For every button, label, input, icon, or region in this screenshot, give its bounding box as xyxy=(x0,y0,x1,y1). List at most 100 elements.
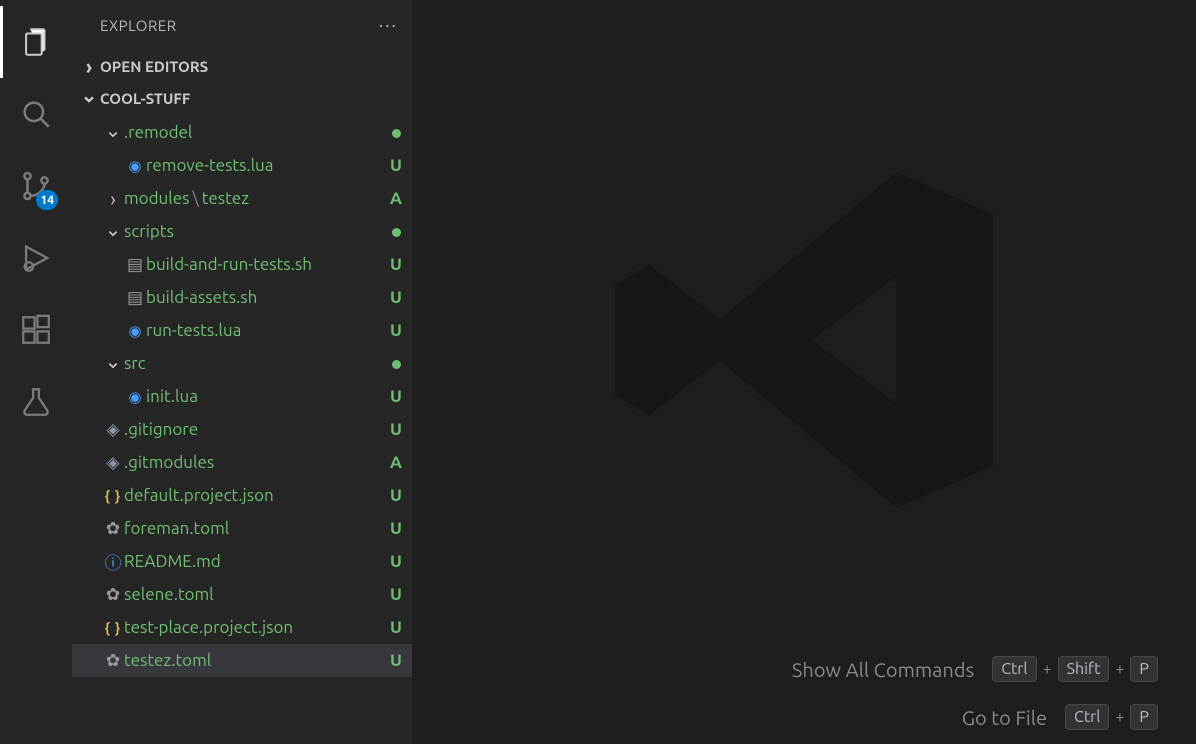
file-tree: .remodel◉remove-tests.luaUmodules\testez… xyxy=(72,114,412,744)
open-editors-label: OPEN EDITORS xyxy=(100,58,208,75)
file-label: build-and-run-tests.sh xyxy=(146,255,386,274)
scm-badge: 14 xyxy=(36,190,58,210)
file-label: test-place.project.json xyxy=(124,618,386,637)
explorer-more-button[interactable]: ··· xyxy=(379,15,398,35)
tree-file[interactable]: { }test-place.project.jsonU xyxy=(72,611,412,644)
keycap: P xyxy=(1130,704,1158,730)
git-status: U xyxy=(386,156,412,175)
shortcut-keys: Ctrl+Shift+P xyxy=(992,656,1158,682)
workspace-label: COOL-STUFF xyxy=(100,90,190,107)
folder-label: scripts xyxy=(124,222,386,241)
activity-explorer[interactable] xyxy=(0,6,72,78)
git-status: A xyxy=(386,453,412,472)
file-label: init.lua xyxy=(146,387,386,406)
activity-source-control[interactable]: 14 xyxy=(0,150,72,222)
git-status: U xyxy=(386,618,412,637)
tree-folder[interactable]: scripts xyxy=(72,215,412,248)
git-file-icon: ◈ xyxy=(102,420,124,440)
open-editors-section[interactable]: OPEN EDITORS xyxy=(72,50,412,82)
git-status: U xyxy=(386,552,412,571)
json-file-icon: { } xyxy=(102,488,124,504)
git-status xyxy=(386,123,412,142)
chevron-down-icon xyxy=(102,121,124,145)
tree-file[interactable]: ◉remove-tests.luaU xyxy=(72,149,412,182)
tree-file[interactable]: ▤build-and-run-tests.shU xyxy=(72,248,412,281)
git-file-icon: ◈ xyxy=(102,453,124,473)
vscode-watermark-icon xyxy=(594,130,1014,554)
folder-label: modules\testez xyxy=(124,189,386,208)
gear-file-icon: ✿ xyxy=(102,651,124,671)
sh-file-icon: ▤ xyxy=(124,255,146,275)
gear-file-icon: ✿ xyxy=(102,585,124,605)
file-label: README.md xyxy=(124,552,386,571)
activity-search[interactable] xyxy=(0,78,72,150)
tree-folder[interactable]: .remodel xyxy=(72,116,412,149)
shortcut-row: Go to File Ctrl+P xyxy=(962,704,1158,730)
shortcut-label: Show All Commands xyxy=(792,658,974,681)
folder-label: src xyxy=(124,354,386,373)
file-label: selene.toml xyxy=(124,585,386,604)
git-status: U xyxy=(386,321,412,340)
tree-file[interactable]: ✿testez.tomlU xyxy=(72,644,412,677)
activity-extensions[interactable] xyxy=(0,294,72,366)
keycap: Shift xyxy=(1058,656,1110,682)
git-status: U xyxy=(386,651,412,670)
activity-run-debug[interactable] xyxy=(0,222,72,294)
chevron-down-icon xyxy=(102,352,124,376)
tree-file[interactable]: ◈.gitmodulesA xyxy=(72,446,412,479)
tree-file[interactable]: ◉init.luaU xyxy=(72,380,412,413)
tree-file[interactable]: ▤build-assets.shU xyxy=(72,281,412,314)
lua-file-icon: ◉ xyxy=(124,388,146,406)
file-label: .gitmodules xyxy=(124,453,386,472)
tree-file[interactable]: { }default.project.jsonU xyxy=(72,479,412,512)
file-label: build-assets.sh xyxy=(146,288,386,307)
git-status: U xyxy=(386,387,412,406)
sh-file-icon: ▤ xyxy=(124,288,146,308)
workspace-section[interactable]: COOL-STUFF xyxy=(72,82,412,114)
tree-file[interactable]: ◉run-tests.luaU xyxy=(72,314,412,347)
welcome-shortcuts: Show All Commands Ctrl+Shift+P Go to File C… xyxy=(792,656,1158,730)
git-status: A xyxy=(386,189,412,208)
tree-folder[interactable]: src xyxy=(72,347,412,380)
git-status: U xyxy=(386,288,412,307)
keycap: Ctrl xyxy=(1065,704,1109,730)
file-label: foreman.toml xyxy=(124,519,386,538)
chevron-right-icon xyxy=(102,187,124,210)
chevron-down-icon xyxy=(102,220,124,244)
explorer-title: EXPLORER xyxy=(100,17,177,34)
tree-file[interactable]: ⓘREADME.mdU xyxy=(72,545,412,578)
shortcut-keys: Ctrl+P xyxy=(1065,704,1158,730)
gear-file-icon: ✿ xyxy=(102,519,124,539)
git-status: U xyxy=(386,255,412,274)
git-status: U xyxy=(386,420,412,439)
keycap: Ctrl xyxy=(992,656,1036,682)
tree-file[interactable]: ✿foreman.tomlU xyxy=(72,512,412,545)
explorer-sidebar: EXPLORER ··· OPEN EDITORS COOL-STUFF .re… xyxy=(72,0,412,744)
file-label: default.project.json xyxy=(124,486,386,505)
lua-file-icon: ◉ xyxy=(124,322,146,340)
shortcut-label: Go to File xyxy=(962,706,1047,729)
git-status xyxy=(386,222,412,241)
tree-file[interactable]: ◈.gitignoreU xyxy=(72,413,412,446)
chevron-right-icon xyxy=(78,55,100,78)
activity-bar: 14 xyxy=(0,0,72,744)
git-status: U xyxy=(386,585,412,604)
file-label: .gitignore xyxy=(124,420,386,439)
json-file-icon: { } xyxy=(102,620,124,636)
git-status xyxy=(386,354,412,373)
lua-file-icon: ◉ xyxy=(124,157,146,175)
git-status: U xyxy=(386,486,412,505)
explorer-header: EXPLORER ··· xyxy=(72,0,412,50)
chevron-down-icon xyxy=(78,86,100,110)
activity-testing[interactable] xyxy=(0,366,72,438)
file-label: remove-tests.lua xyxy=(146,156,386,175)
git-status: U xyxy=(386,519,412,538)
file-label: testez.toml xyxy=(124,651,386,670)
tree-folder[interactable]: modules\testezA xyxy=(72,182,412,215)
info-file-icon: ⓘ xyxy=(102,549,124,574)
keycap: P xyxy=(1130,656,1158,682)
file-label: run-tests.lua xyxy=(146,321,386,340)
tree-file[interactable]: ✿selene.tomlU xyxy=(72,578,412,611)
editor-area: Show All Commands Ctrl+Shift+P Go to File C… xyxy=(412,0,1196,744)
folder-label: .remodel xyxy=(124,123,386,142)
